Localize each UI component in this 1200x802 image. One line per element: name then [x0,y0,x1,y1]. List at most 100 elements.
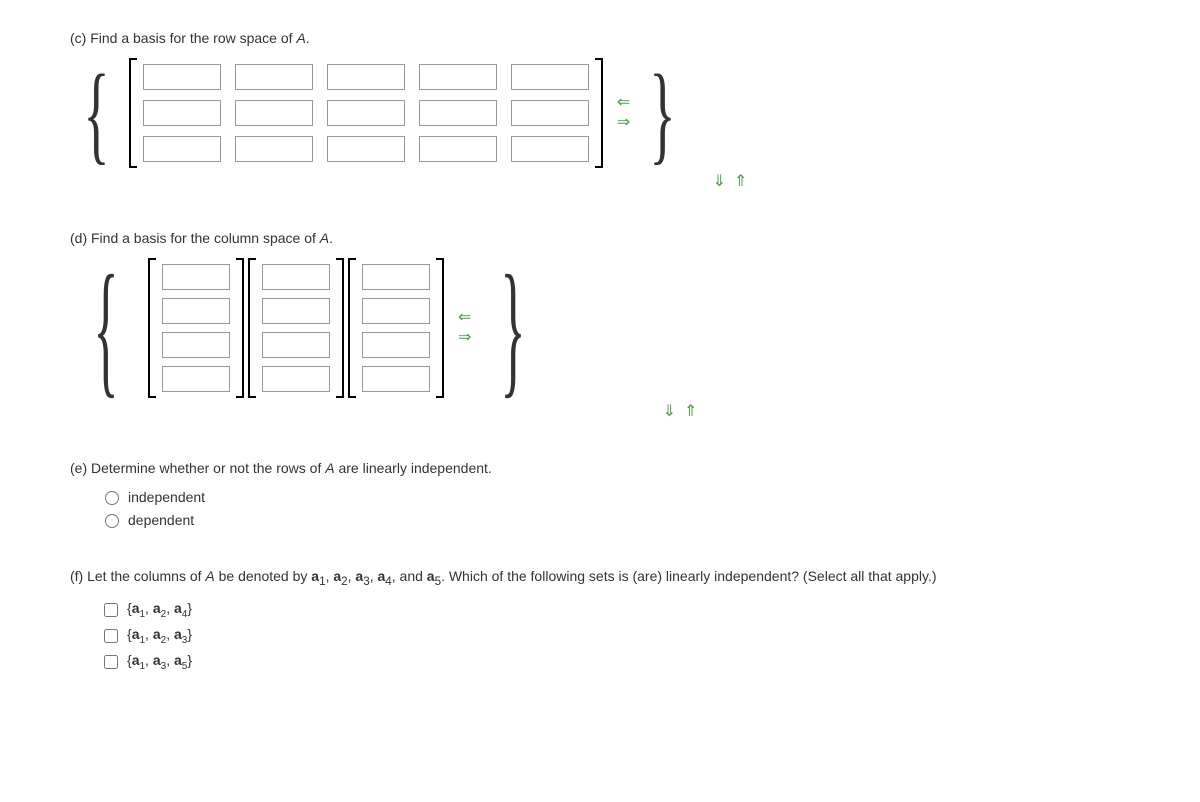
matrix-cell-input[interactable] [143,64,221,90]
matrix-cell-input[interactable] [143,136,221,162]
question-e-prompt: (e) Determine whether or not the rows of… [70,460,1130,476]
matrix-cell-input[interactable] [419,136,497,162]
checkbox-option: {a1, a3, a5} [100,652,1130,672]
checkbox-label: {a1, a2, a3} [127,626,192,646]
vector-cell-input[interactable] [162,264,230,290]
left-brace: { [83,64,109,163]
vector-cell-input[interactable] [262,298,330,324]
qd-row-arrows: ⇓ ⇑ [663,404,698,420]
matrix-cell-input[interactable] [511,64,589,90]
qf-options: {a1, a2, a4} {a1, a2, a3} {a1, a3, a5} [70,600,1130,672]
checkbox-label: {a1, a3, a5} [127,652,192,672]
vector-cell-input[interactable] [362,298,430,324]
column-vector [148,258,244,398]
matrix-cell-input[interactable] [419,100,497,126]
right-bracket [336,258,344,398]
radio-label: independent [128,489,205,505]
radio-option: dependent [100,511,1130,528]
qe-suffix: are linearly independent. [335,460,492,476]
column-vector [348,258,444,398]
qc-row-arrows: ⇓ ⇑ [713,174,748,190]
right-brace: } [501,261,526,396]
add-col-icon[interactable]: ⇒ [617,115,630,131]
vector-inputs [260,258,332,398]
qc-row-vector [129,58,603,168]
radio-input[interactable] [105,514,119,528]
qd-col-arrows: ⇐ ⇒ [458,310,471,346]
qd-answer-area: { ⇐ ⇒ } ⇓ ⇑ [70,258,1130,420]
matrix-cell-input[interactable] [327,64,405,90]
remove-col-icon[interactable]: ⇐ [617,95,630,111]
checkbox-option: {a1, a2, a3} [100,626,1130,646]
checkbox-input[interactable] [104,655,118,669]
add-row-icon[interactable]: ⇓ [713,174,726,190]
matrix-cell-input[interactable] [235,100,313,126]
question-c-prompt: (c) Find a basis for the row space of A. [70,30,1130,46]
checkbox-input[interactable] [104,603,118,617]
right-bracket [436,258,444,398]
checkbox-option: {a1, a2, a4} [100,600,1130,620]
qc-matrix-inputs [141,58,591,168]
matrix-row [143,100,589,126]
vector-cell-input[interactable] [162,366,230,392]
column-vector [248,258,344,398]
right-bracket [595,58,603,168]
vector-inputs [160,258,232,398]
matrix-cell-input[interactable] [235,136,313,162]
vector-cell-input[interactable] [262,264,330,290]
remove-row-icon[interactable]: ⇑ [684,404,697,420]
matrix-cell-input[interactable] [235,64,313,90]
qd-suffix: . [329,230,333,246]
question-f-prompt: (f) Let the columns of A be denoted by a… [70,568,1130,588]
add-vec-icon[interactable]: ⇒ [458,330,471,346]
vector-cell-input[interactable] [162,332,230,358]
left-bracket [248,258,256,398]
matrix-cell-input[interactable] [419,64,497,90]
left-bracket [348,258,356,398]
radio-input[interactable] [105,491,119,505]
qc-answer-area: { ⇐ ⇒ } ⇓ ⇑ [70,58,1130,190]
qf-p3: . Which of the following sets is (are) l… [441,568,936,584]
qe-options: independent dependent [70,488,1130,528]
qc-col-arrows: ⇐ ⇒ [617,95,630,131]
vector-cell-input[interactable] [262,332,330,358]
qc-prefix: (c) Find a basis for the row space of [70,30,296,46]
left-bracket [129,58,137,168]
qf-denote: a1, a2, a3, a4, and a5 [311,568,441,584]
qd-set: { ⇐ ⇒ } [70,258,549,398]
qf-p1: (f) Let the columns of [70,568,205,584]
remove-row-icon[interactable]: ⇑ [734,174,747,190]
right-bracket [236,258,244,398]
vector-cell-input[interactable] [362,264,430,290]
qf-var: A [205,568,214,584]
matrix-row [143,136,589,162]
question-d-prompt: (d) Find a basis for the column space of… [70,230,1130,246]
matrix-cell-input[interactable] [327,136,405,162]
vector-cell-input[interactable] [262,366,330,392]
matrix-row [143,64,589,90]
checkbox-label: {a1, a2, a4} [127,600,192,620]
left-brace: { [93,261,118,396]
question-d: (d) Find a basis for the column space of… [70,230,1130,420]
checkbox-input[interactable] [104,629,118,643]
vector-cell-input[interactable] [362,366,430,392]
question-e: (e) Determine whether or not the rows of… [70,460,1130,528]
qc-var: A [296,30,305,46]
right-brace: } [649,64,675,163]
left-bracket [148,258,156,398]
qf-p2: be denoted by [215,568,312,584]
qe-var: A [325,460,334,476]
question-f: (f) Let the columns of A be denoted by a… [70,568,1130,672]
matrix-cell-input[interactable] [143,100,221,126]
add-row-icon[interactable]: ⇓ [663,404,676,420]
qd-var: A [320,230,329,246]
radio-option: independent [100,488,1130,505]
qc-set: { ⇐ ⇒ } [70,58,689,168]
matrix-cell-input[interactable] [327,100,405,126]
vector-cell-input[interactable] [162,298,230,324]
matrix-cell-input[interactable] [511,136,589,162]
remove-vec-icon[interactable]: ⇐ [458,310,471,326]
matrix-cell-input[interactable] [511,100,589,126]
question-c: (c) Find a basis for the row space of A.… [70,30,1130,190]
vector-cell-input[interactable] [362,332,430,358]
